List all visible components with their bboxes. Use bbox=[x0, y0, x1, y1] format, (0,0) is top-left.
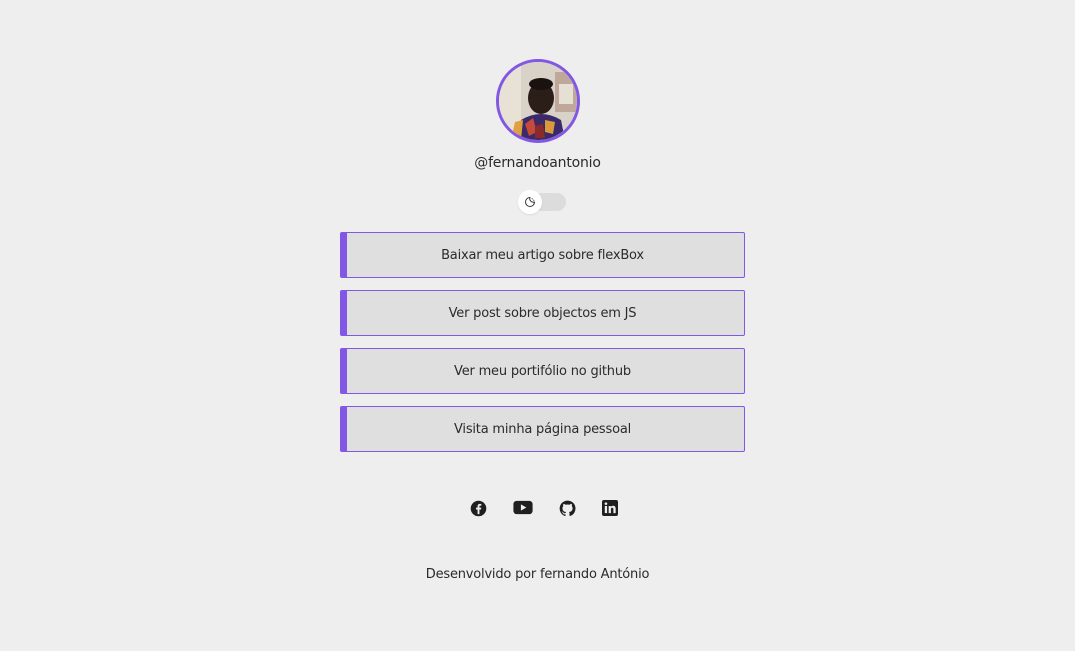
link-button-js-objects-post[interactable]: Ver post sobre objectos em JS bbox=[340, 290, 745, 336]
link-button-personal-page[interactable]: Visita minha página pessoal bbox=[340, 406, 745, 452]
link-label: Visita minha página pessoal bbox=[454, 421, 631, 437]
link-label: Ver meu portifólio no github bbox=[454, 363, 631, 379]
avatar bbox=[495, 59, 580, 143]
username: @fernandoantonio bbox=[474, 155, 601, 171]
social-links bbox=[470, 500, 618, 521]
link-label: Baixar meu artigo sobre flexBox bbox=[441, 247, 644, 263]
toggle-knob[interactable] bbox=[518, 190, 542, 214]
page: @fernandoantonio Baixar meu artigo sobre… bbox=[0, 0, 1075, 651]
linkedin-icon[interactable] bbox=[602, 500, 618, 521]
link-button-flexbox-article[interactable]: Baixar meu artigo sobre flexBox bbox=[340, 232, 745, 278]
moon-icon bbox=[525, 197, 535, 207]
footer-credit: Desenvolvido por fernando António bbox=[425, 567, 650, 582]
github-icon[interactable] bbox=[559, 500, 576, 521]
theme-toggle[interactable] bbox=[518, 190, 566, 214]
links-list: Baixar meu artigo sobre flexBox Ver post… bbox=[340, 232, 745, 464]
avatar-photo bbox=[498, 62, 577, 140]
link-label: Ver post sobre objectos em JS bbox=[448, 305, 637, 321]
youtube-icon[interactable] bbox=[513, 500, 533, 521]
facebook-icon[interactable] bbox=[470, 500, 487, 521]
profile-section: @fernandoantonio bbox=[0, 59, 1075, 171]
link-button-github-portfolio[interactable]: Ver meu portifólio no github bbox=[340, 348, 745, 394]
